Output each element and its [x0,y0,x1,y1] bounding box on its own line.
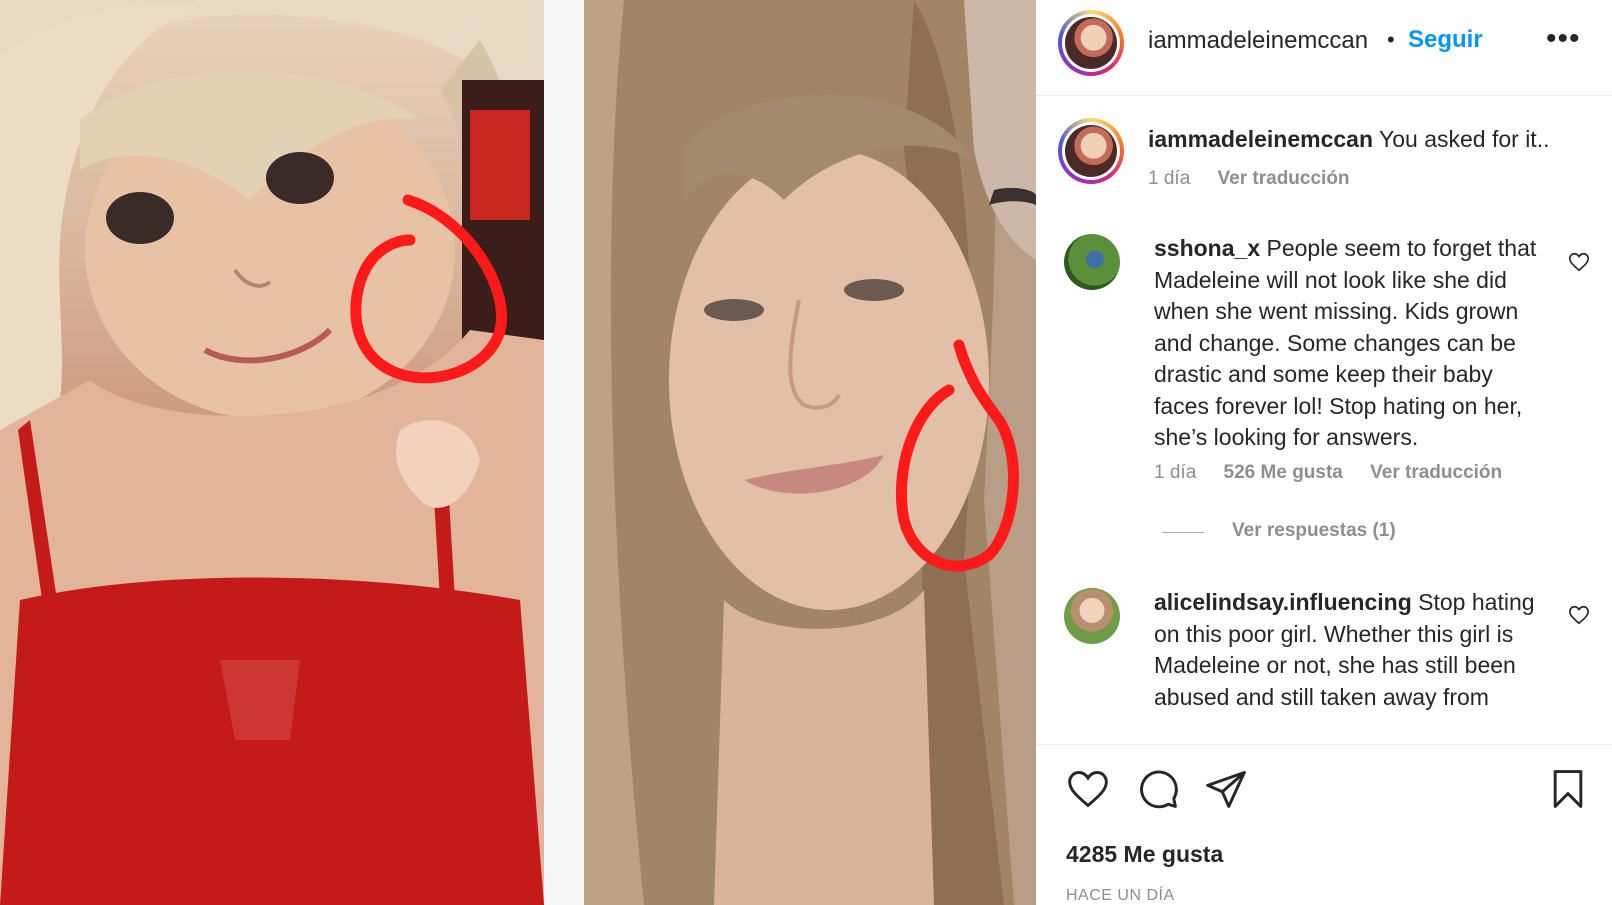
post-sidebar: iammadeleinemccan • Seguir ••• iammadele… [1036,0,1612,905]
comment-username[interactable]: alicelindsay.influencing [1154,589,1412,615]
comment-like-heart-icon[interactable] [1568,604,1590,626]
photo-child [0,0,544,905]
more-options-button[interactable]: ••• [1546,22,1581,56]
post-actions: 4285 Me gusta HACE UN DÍA [1036,744,1612,905]
post-header: iammadeleinemccan • Seguir ••• [1036,0,1612,96]
post-timestamp[interactable]: HACE UN DÍA [1066,887,1175,905]
comment-meta: 1 día 526 Me gusta Ver traducción [1154,462,1524,484]
share-icon[interactable] [1204,767,1248,811]
avatar-border [1062,122,1120,180]
comment-translate-link[interactable]: Ver traducción [1370,462,1502,483]
view-replies-button[interactable]: Ver respuestas (1) [1232,520,1396,542]
bookmark-icon[interactable] [1546,767,1590,811]
avatar-image [1065,17,1117,69]
avatar-border [1062,14,1120,72]
author-username[interactable]: iammadeleinemccan [1148,27,1368,55]
comment-time[interactable]: 1 día [1154,462,1196,483]
author-avatar[interactable] [1058,10,1124,76]
comment-avatar[interactable] [1064,234,1120,290]
caption-time[interactable]: 1 día [1148,168,1190,189]
avatar-image [1065,125,1117,177]
comment-like-heart-icon[interactable] [1568,251,1590,273]
photo-child-illustration [0,0,544,905]
comment-likes[interactable]: 526 Me gusta [1224,462,1343,483]
comment-avatar[interactable] [1064,588,1120,644]
photo-divider [544,0,584,905]
comment-item: alicelindsay.influencing Stop hating on … [1154,587,1554,713]
replies-divider [1162,532,1204,533]
caption-username[interactable]: iammadeleinemccan [1148,126,1373,152]
like-heart-icon[interactable] [1066,767,1110,811]
instagram-post-view: iammadeleinemccan • Seguir ••• iammadele… [0,0,1612,905]
photo-woman-illustration [584,0,1036,905]
caption-avatar[interactable] [1058,118,1124,184]
caption-meta: 1 día Ver traducción [1148,168,1372,190]
likes-count[interactable]: 4285 Me gusta [1066,841,1223,868]
follow-button[interactable]: Seguir [1408,26,1483,54]
comments-list[interactable]: iammadeleinemccan You asked for it.. 1 d… [1036,96,1612,744]
post-photo[interactable] [0,0,1036,905]
caption-translate-link[interactable]: Ver traducción [1218,168,1350,189]
caption-text: You asked for it.. [1379,126,1550,152]
comment-icon[interactable] [1136,767,1180,811]
comment-username[interactable]: sshona_x [1154,235,1260,261]
comment-item: sshona_x People seem to forget that Made… [1154,233,1554,454]
caption: iammadeleinemccan You asked for it.. [1148,124,1588,156]
photo-woman [584,0,1036,905]
separator-dot: • [1387,27,1395,52]
comment-text: People seem to forget that Madeleine wil… [1154,235,1537,450]
